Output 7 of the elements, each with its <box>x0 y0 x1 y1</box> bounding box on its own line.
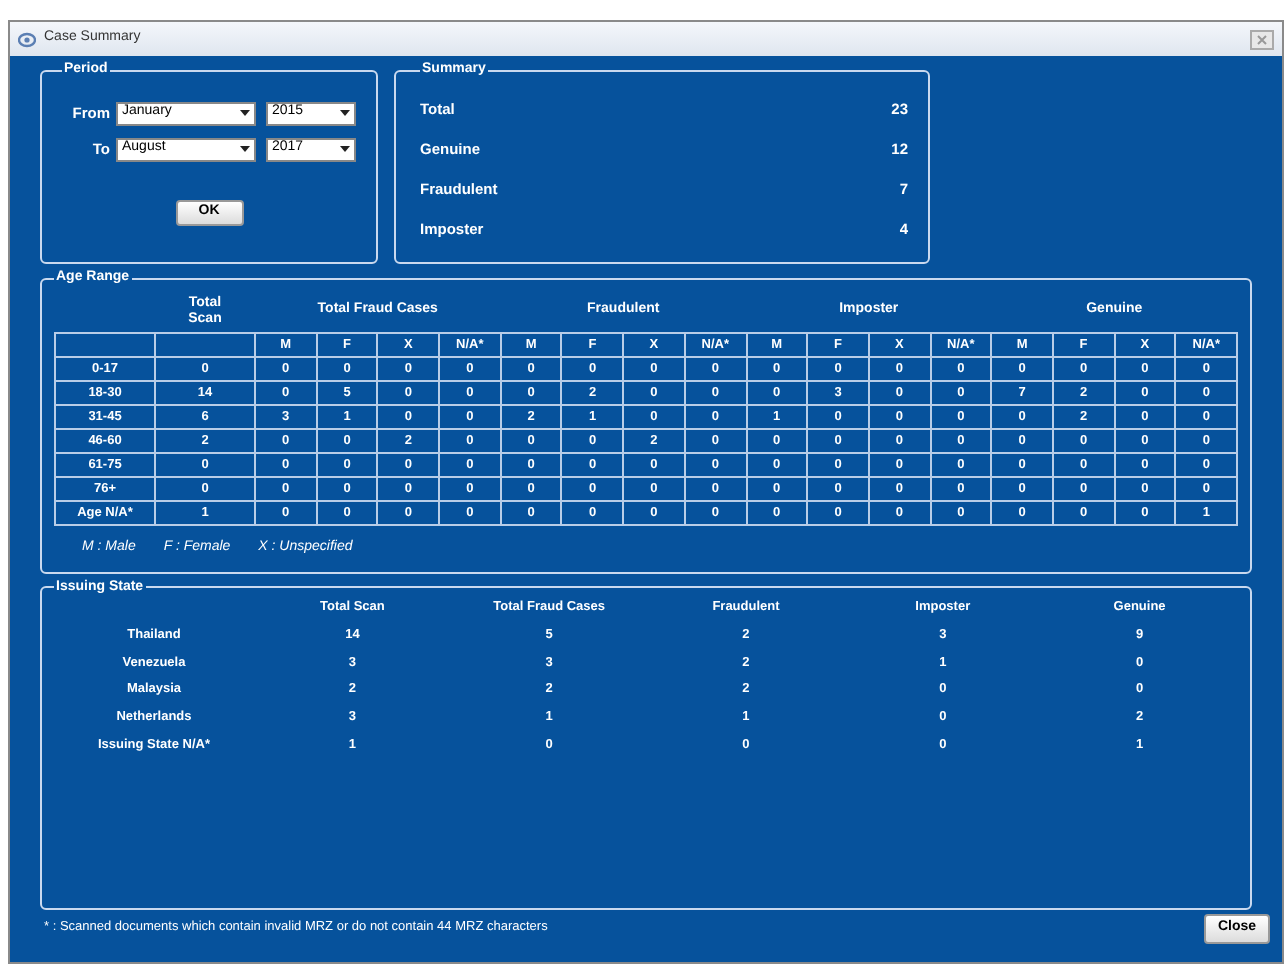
caret-icon <box>240 146 250 152</box>
close-icon <box>1256 33 1268 45</box>
caret-icon <box>240 110 250 116</box>
close-button[interactable] <box>1250 29 1274 49</box>
caret-icon <box>340 110 350 116</box>
app-icon <box>18 31 36 47</box>
caret-icon <box>340 146 350 152</box>
